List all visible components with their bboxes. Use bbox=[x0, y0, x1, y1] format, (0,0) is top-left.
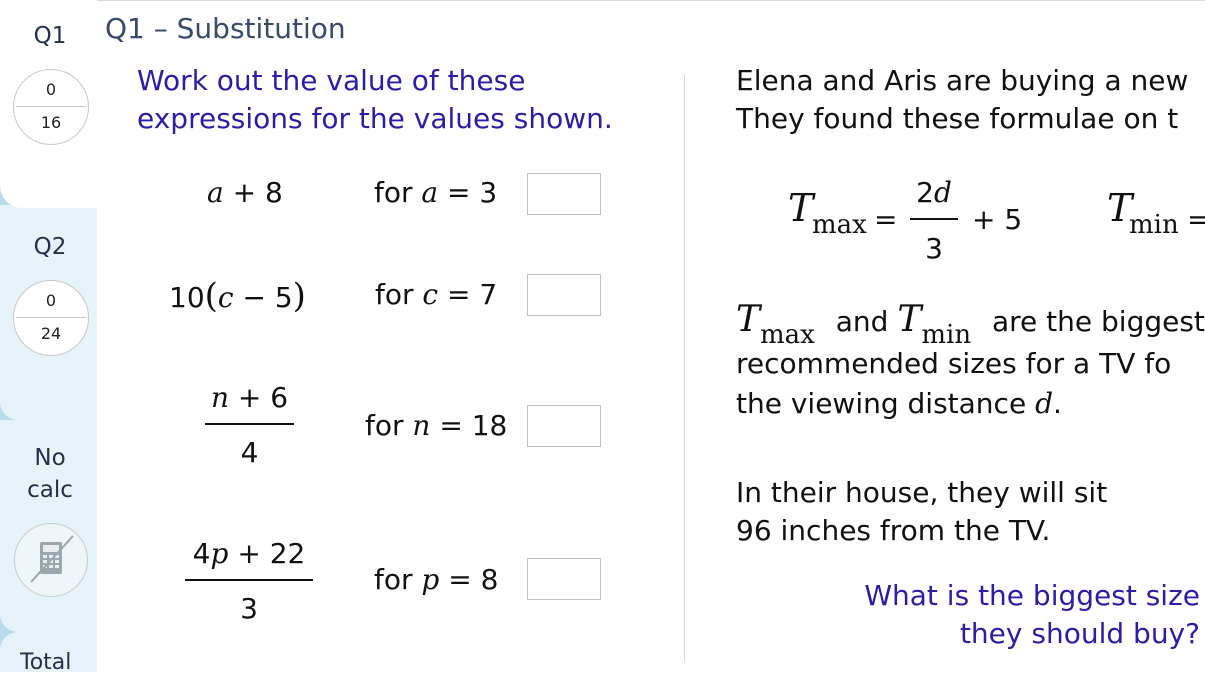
q1-max-score: 16 bbox=[40, 113, 62, 132]
q2-score-circle: 0 24 bbox=[13, 280, 89, 356]
page-title: Q1 – Substitution bbox=[105, 12, 346, 45]
answer-input-4[interactable] bbox=[527, 558, 601, 600]
top-rule bbox=[97, 0, 1205, 1]
condition-1: for a = 3 bbox=[374, 176, 498, 209]
no-calculator-icon bbox=[14, 523, 88, 597]
q1-score-circle: 0 16 bbox=[13, 69, 89, 145]
q1-label: Q1 bbox=[33, 23, 67, 49]
sidebar-item-q1[interactable]: Q1 0 16 bbox=[0, 0, 97, 208]
total-label: Total bbox=[20, 650, 72, 675]
formula-t-min: T min = bbox=[1107, 186, 1205, 240]
expression-3: n + 6 4 bbox=[205, 381, 294, 469]
description-text: Tmax and Tmin are the biggest recommende… bbox=[736, 299, 1205, 421]
formula-t-max: T max = 2d 3 + 5 bbox=[788, 176, 1023, 265]
condition-4: for p = 8 bbox=[374, 563, 499, 596]
instruction-text: Work out the value of these expressions … bbox=[137, 64, 613, 135]
no-calc-label: No calc bbox=[27, 445, 73, 503]
house-text: In their house, they will sit 96 inches … bbox=[736, 476, 1108, 547]
answer-input-2[interactable] bbox=[527, 274, 601, 316]
q1-score: 0 bbox=[45, 80, 57, 99]
answer-input-3[interactable] bbox=[527, 405, 601, 447]
q2-label: Q2 bbox=[33, 234, 67, 260]
question-prompt: What is the biggest size they should buy… bbox=[864, 579, 1200, 650]
context-text: Elena and Aris are buying a new They fou… bbox=[736, 64, 1189, 135]
expression-4: 4p + 22 3 bbox=[185, 537, 313, 625]
q2-score: 0 bbox=[45, 291, 57, 310]
answer-input-1[interactable] bbox=[527, 173, 601, 215]
expression-1: a + 8 bbox=[207, 176, 283, 209]
q2-max-score: 24 bbox=[40, 324, 62, 343]
expression-2: 10(c − 5) bbox=[169, 276, 306, 316]
condition-2: for c = 7 bbox=[375, 278, 498, 311]
condition-3: for n = 18 bbox=[365, 409, 508, 442]
column-divider bbox=[684, 75, 685, 662]
